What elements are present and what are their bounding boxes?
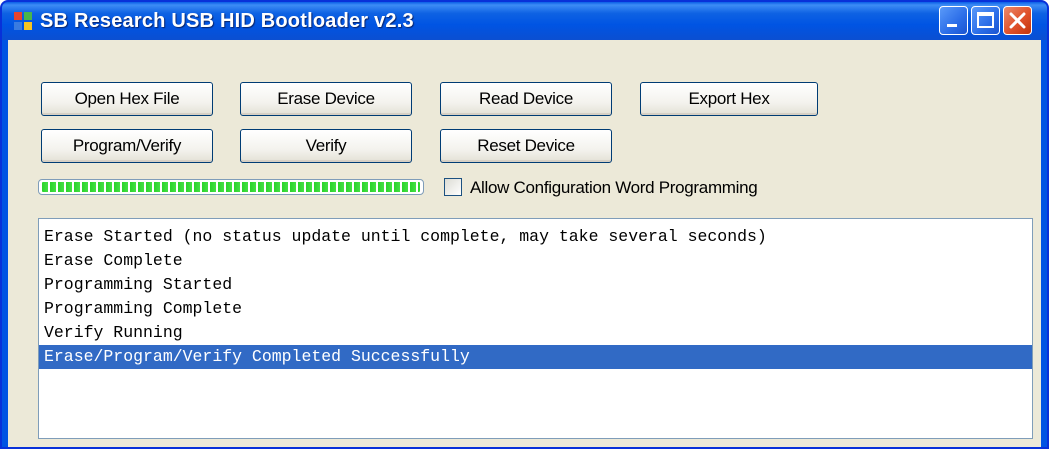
log-line[interactable]: Programming Started	[39, 273, 1032, 297]
verify-button[interactable]: Verify	[240, 129, 412, 163]
log-line[interactable]: Verify Running	[39, 321, 1032, 345]
allow-config-checkbox[interactable]	[444, 178, 462, 196]
client-area: Open Hex File Erase Device Read Device E…	[8, 40, 1041, 447]
log-line[interactable]: Erase Complete	[39, 249, 1032, 273]
maximize-icon	[977, 12, 994, 28]
minimize-button[interactable]	[939, 6, 968, 35]
maximize-button[interactable]	[971, 6, 1000, 35]
read-device-button[interactable]: Read Device	[440, 82, 612, 116]
progress-fill	[42, 182, 420, 192]
log-line[interactable]: Erase/Program/Verify Completed Successfu…	[39, 345, 1032, 369]
application-icon[interactable]	[14, 12, 32, 30]
app-window: SB Research USB HID Bootloader v2.3 Open…	[0, 0, 1049, 449]
reset-device-button[interactable]: Reset Device	[440, 129, 612, 163]
progress-bar	[38, 179, 424, 195]
window-title: SB Research USB HID Bootloader v2.3	[40, 10, 414, 32]
erase-device-button[interactable]: Erase Device	[240, 82, 412, 116]
export-hex-button[interactable]: Export Hex	[640, 82, 818, 116]
status-log[interactable]: Erase Started (no status update until co…	[38, 218, 1033, 439]
close-button[interactable]	[1003, 6, 1032, 35]
allow-config-label[interactable]: Allow Configuration Word Programming	[470, 178, 758, 198]
title-bar[interactable]: SB Research USB HID Bootloader v2.3	[2, 2, 1047, 40]
minimize-icon	[947, 24, 957, 27]
log-line[interactable]: Programming Complete	[39, 297, 1032, 321]
program-verify-button[interactable]: Program/Verify	[41, 129, 213, 163]
open-hex-file-button[interactable]: Open Hex File	[41, 82, 213, 116]
log-line[interactable]: Erase Started (no status update until co…	[39, 225, 1032, 249]
close-icon	[1009, 12, 1026, 29]
